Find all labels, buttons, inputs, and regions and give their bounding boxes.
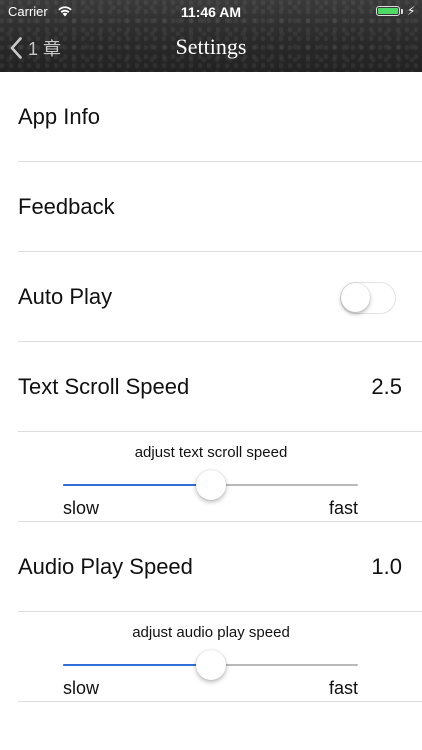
feedback-row[interactable]: Feedback [0, 162, 422, 252]
page-title: Settings [175, 34, 247, 59]
audio-play-speed-value: 1.0 [371, 554, 402, 579]
auto-play-label: Auto Play [18, 284, 113, 309]
audio-play-slider-row: adjust audio play speed slow fast [0, 612, 422, 702]
app-info-row[interactable]: App Info [0, 72, 422, 162]
text-scroll-speed-row: Text Scroll Speed 2.5 [0, 342, 422, 432]
slider-max-label: fast [328, 498, 358, 518]
auto-play-toggle[interactable] [340, 282, 396, 314]
battery-cap [401, 9, 403, 14]
text-scroll-speed-value: 2.5 [371, 374, 402, 399]
charging-bolt-icon: ⚡︎ [407, 4, 416, 18]
clock-label: 11:46 AM [180, 4, 242, 20]
text-scroll-speed-label: Text Scroll Speed [18, 374, 190, 399]
slider-thumb[interactable] [195, 470, 226, 500]
feedback-label: Feedback [18, 194, 115, 219]
slider-min-label: slow [63, 498, 100, 518]
battery-icon [376, 6, 400, 16]
slider-fill [63, 664, 211, 666]
audio-play-slider[interactable] [63, 650, 358, 680]
text-scroll-slider-caption: adjust text scroll speed [134, 444, 288, 461]
app-info-label: App Info [18, 104, 100, 129]
slider-min-label: slow [63, 678, 100, 698]
slider-thumb[interactable] [195, 650, 226, 680]
divider [18, 701, 422, 702]
text-scroll-slider[interactable] [63, 470, 358, 500]
navigation-header: Carrier 11:46 AM ⚡︎ 1 章 Settings [0, 0, 422, 72]
toggle-knob [341, 283, 370, 312]
text-scroll-slider-row: adjust text scroll speed slow fast [0, 432, 422, 522]
status-bar: Carrier 11:46 AM ⚡︎ [0, 0, 422, 24]
auto-play-row: Auto Play [0, 252, 422, 342]
audio-play-speed-row: Audio Play Speed 1.0 [0, 522, 422, 612]
audio-play-speed-label: Audio Play Speed [18, 554, 193, 579]
slider-fill [63, 484, 211, 486]
audio-play-slider-caption: adjust audio play speed [132, 624, 290, 641]
slider-max-label: fast [328, 678, 358, 698]
